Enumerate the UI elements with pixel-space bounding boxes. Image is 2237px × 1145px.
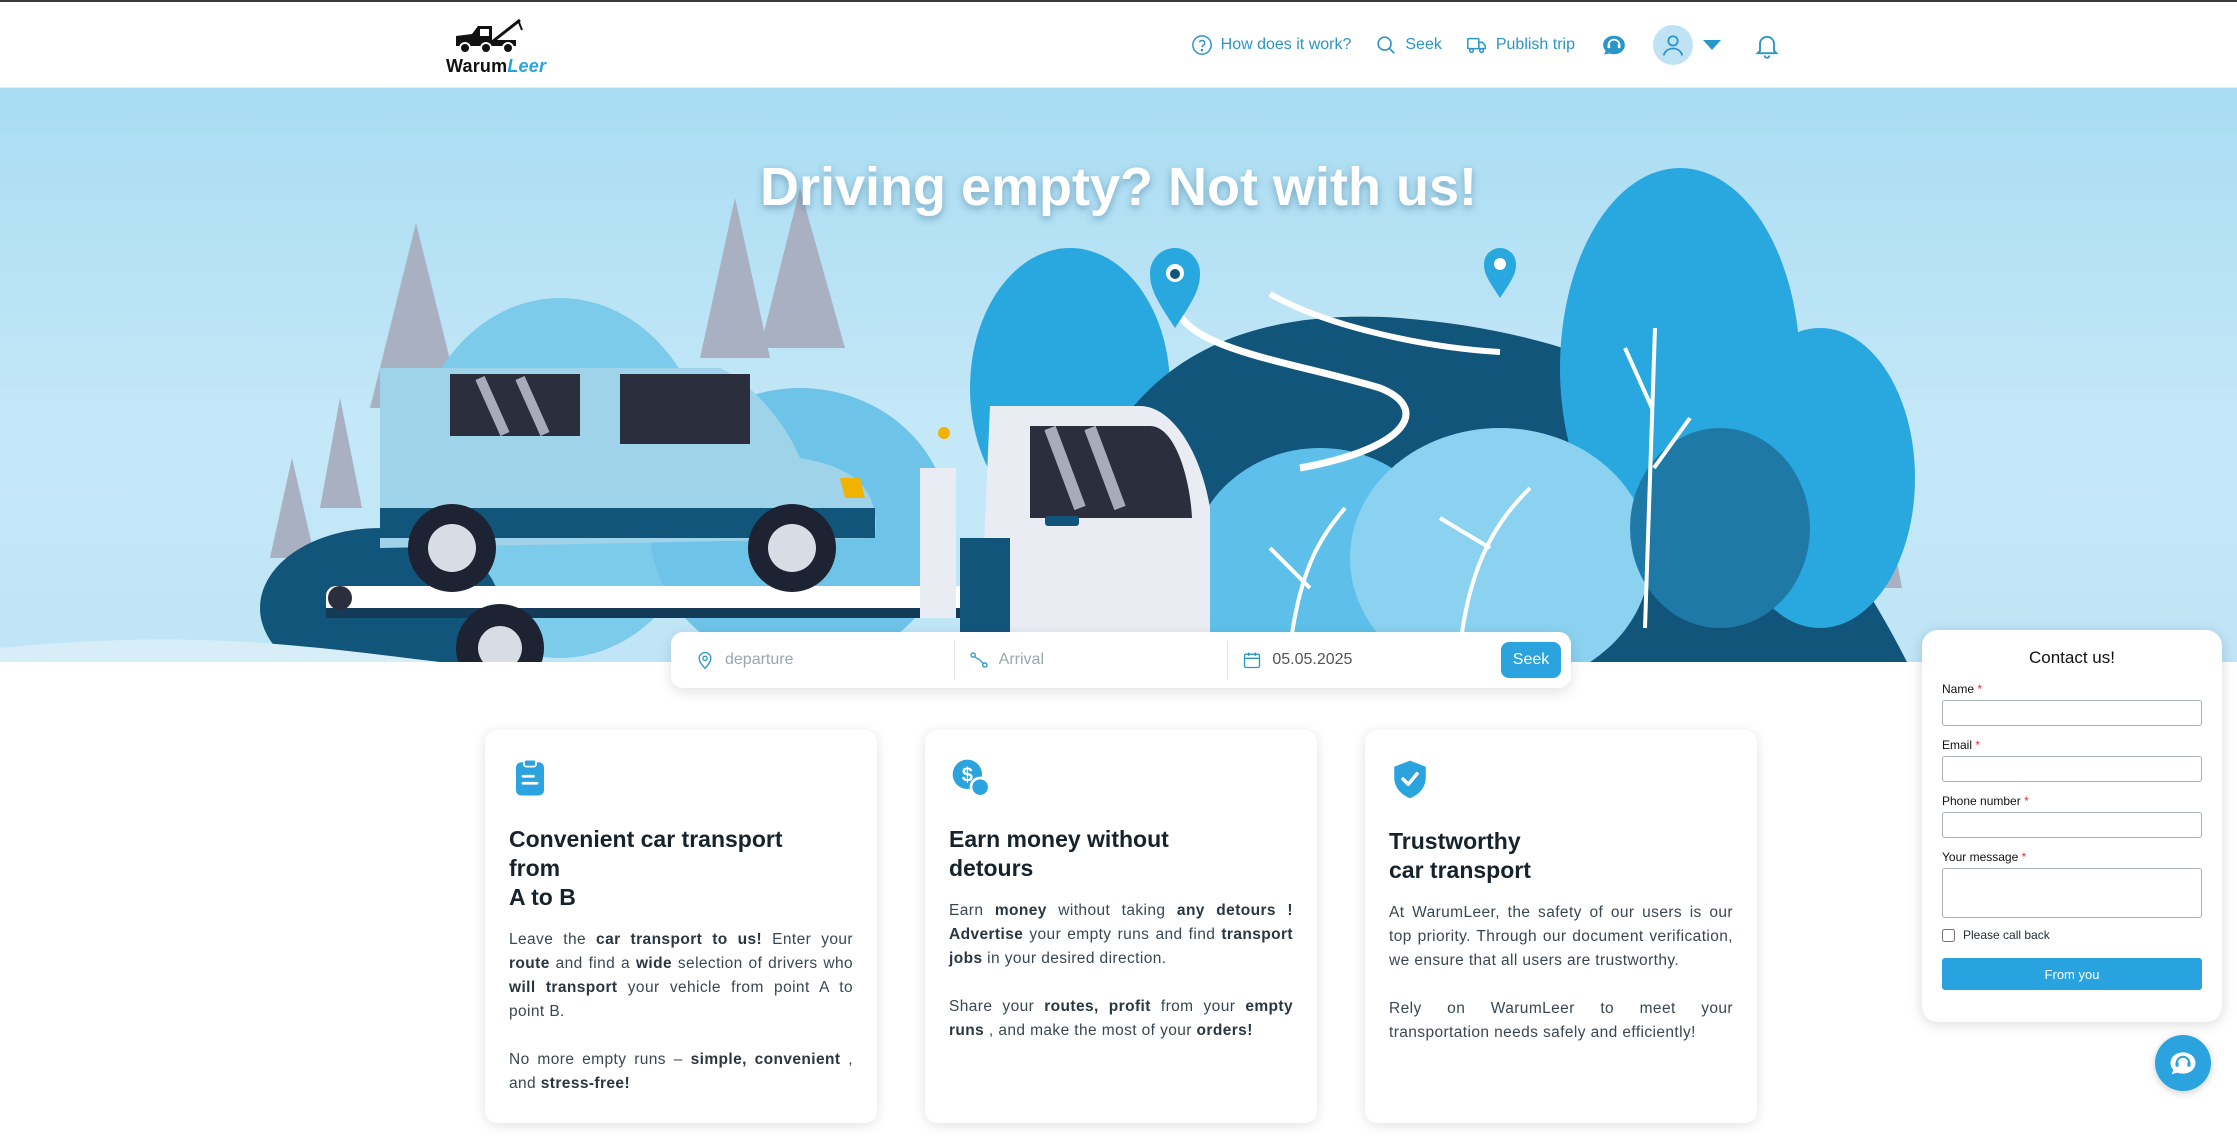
arrival-field[interactable] bbox=[955, 641, 1229, 679]
feature-card-transport: Convenient car transport from A to B Lea… bbox=[485, 730, 877, 1123]
card-text: Share your routes, profit from your empt… bbox=[949, 995, 1293, 1043]
departure-input[interactable] bbox=[725, 651, 925, 669]
arrival-input[interactable] bbox=[998, 651, 1199, 669]
text-span: and find a bbox=[549, 955, 636, 972]
card-text: No more empty runs – simple, convenient … bbox=[509, 1048, 853, 1096]
name-label: Name * bbox=[1942, 682, 2202, 696]
text-bold: wide bbox=[635, 955, 673, 972]
text-bold: Advertise bbox=[949, 926, 1024, 943]
truck-icon bbox=[1466, 37, 1486, 54]
logo-text-accent: Leer bbox=[507, 56, 547, 76]
card-text: At WarumLeer, the safety of our users is… bbox=[1389, 904, 1733, 969]
seek-button[interactable]: Seek bbox=[1501, 642, 1562, 678]
chat-button[interactable] bbox=[2155, 1035, 2211, 1091]
text-span: Share your bbox=[949, 998, 1045, 1015]
feature-cards: Convenient car transport from A to B Lea… bbox=[485, 730, 1757, 1123]
user-icon bbox=[1662, 35, 1684, 56]
email-label: Email * bbox=[1942, 738, 2202, 752]
text-bold: routes, profit bbox=[1044, 998, 1151, 1015]
card-title: Trustworthy car transport bbox=[1389, 828, 1531, 883]
feature-card-trust: Trustworthy car transport At WarumLeer, … bbox=[1365, 730, 1757, 1123]
text-span: Earn bbox=[949, 902, 995, 919]
required-mark: * bbox=[2024, 794, 2029, 808]
text-bold: will transport bbox=[509, 979, 618, 996]
contact-title: Contact us! bbox=[2029, 648, 2115, 667]
text-span: , and make the most of your bbox=[984, 1022, 1197, 1039]
label-text: Name bbox=[1942, 682, 1975, 696]
text-bold: money bbox=[994, 902, 1047, 919]
contact-form: Contact us! Name * Email * Phone number … bbox=[1922, 630, 2222, 1022]
date-input[interactable] bbox=[1272, 651, 1473, 669]
feature-card-earn: $ Earn money without detours Earn money … bbox=[925, 730, 1317, 1123]
clipboard-icon bbox=[516, 758, 544, 796]
callback-label: Please call back bbox=[1963, 928, 2050, 942]
user-avatar[interactable] bbox=[1653, 25, 1693, 65]
search-icon bbox=[1377, 36, 1396, 54]
label-text: Your message bbox=[1942, 850, 2019, 864]
route-icon bbox=[970, 652, 988, 668]
name-input[interactable] bbox=[1942, 700, 2202, 726]
text-span: Leave the bbox=[509, 931, 597, 948]
tow-truck-logo-icon bbox=[456, 18, 523, 54]
question-circle-icon bbox=[1191, 35, 1212, 55]
hero-banner: Driving empty? Not with us! bbox=[0, 88, 2237, 662]
text-bold: simple, convenient bbox=[690, 1051, 841, 1068]
card-title: Earn money without detours bbox=[949, 826, 1169, 881]
message-textarea[interactable] bbox=[1942, 868, 2202, 918]
phone-label: Phone number * bbox=[1942, 794, 2202, 808]
headset-chat-icon bbox=[1603, 35, 1625, 55]
text-span: selection of drivers who bbox=[672, 955, 853, 972]
svg-text:$: $ bbox=[962, 765, 973, 787]
label-text: Email bbox=[1942, 738, 1973, 752]
label-text: Phone number bbox=[1942, 794, 2021, 808]
submit-button[interactable]: From you bbox=[1942, 958, 2202, 990]
search-bar: Seek bbox=[671, 632, 1571, 688]
nav-how-it-works[interactable]: How does it work? bbox=[1191, 34, 1352, 56]
text-bold: any detours ! bbox=[1176, 902, 1293, 919]
card-text: Earn money without taking any detours ! … bbox=[949, 899, 1293, 971]
site-header: WarumLeer How does it work? Seek Publish… bbox=[0, 2, 2237, 88]
money-icon: $ bbox=[952, 759, 991, 798]
required-mark: * bbox=[2021, 850, 2027, 864]
callback-checkbox[interactable] bbox=[1942, 928, 1955, 942]
nav-publish-trip[interactable]: Publish trip bbox=[1466, 34, 1575, 56]
email-input[interactable] bbox=[1942, 756, 2202, 782]
nav-how-label: How does it work? bbox=[1220, 36, 1352, 53]
card-title: Convenient car transport from A to B bbox=[509, 826, 783, 910]
text-span: in your desired direction. bbox=[982, 950, 1167, 967]
nav-support[interactable] bbox=[1599, 32, 1629, 58]
callback-row[interactable]: Please call back bbox=[1942, 928, 2202, 942]
date-field[interactable] bbox=[1228, 641, 1501, 679]
phone-input[interactable] bbox=[1942, 812, 2202, 838]
logo[interactable]: WarumLeer bbox=[446, 16, 558, 78]
card-text: Rely on WarumLeer to meet your transport… bbox=[1389, 1000, 1733, 1041]
hero-title: Driving empty? Not with us! bbox=[759, 157, 1477, 217]
departure-field[interactable] bbox=[681, 641, 955, 679]
nav-publish-label: Publish trip bbox=[1495, 36, 1575, 53]
text-span: your empty runs and find bbox=[1023, 926, 1222, 943]
text-bold: car transport to us! bbox=[596, 931, 763, 948]
text-span: without taking bbox=[1046, 902, 1177, 919]
text-bold: route bbox=[509, 955, 550, 972]
nav-seek[interactable]: Seek bbox=[1375, 34, 1442, 56]
message-label: Your message * bbox=[1942, 850, 2202, 864]
card-text: Leave the car transport to us! Enter you… bbox=[509, 928, 853, 1024]
location-pin-icon bbox=[698, 651, 712, 670]
text-span: No more empty runs – bbox=[509, 1051, 691, 1068]
nav-seek-label: Seek bbox=[1405, 36, 1442, 53]
chevron-down-icon[interactable] bbox=[1703, 40, 1721, 50]
text-bold: stress-free! bbox=[540, 1075, 631, 1092]
calendar-icon bbox=[1244, 652, 1261, 669]
required-mark: * bbox=[1975, 738, 1981, 752]
text-span: Enter your bbox=[762, 931, 853, 948]
text-span: from your bbox=[1150, 998, 1246, 1015]
headset-chat-icon bbox=[2170, 1052, 2196, 1075]
shield-check-icon bbox=[1394, 760, 1426, 799]
logo-text-main: Warum bbox=[446, 56, 508, 76]
bell-icon[interactable] bbox=[1753, 30, 1781, 60]
logo-text: WarumLeer bbox=[446, 56, 546, 77]
text-bold: orders! bbox=[1196, 1022, 1253, 1039]
main-nav: How does it work? Seek Publish trip bbox=[1191, 22, 1781, 68]
required-mark: * bbox=[1977, 682, 1983, 696]
